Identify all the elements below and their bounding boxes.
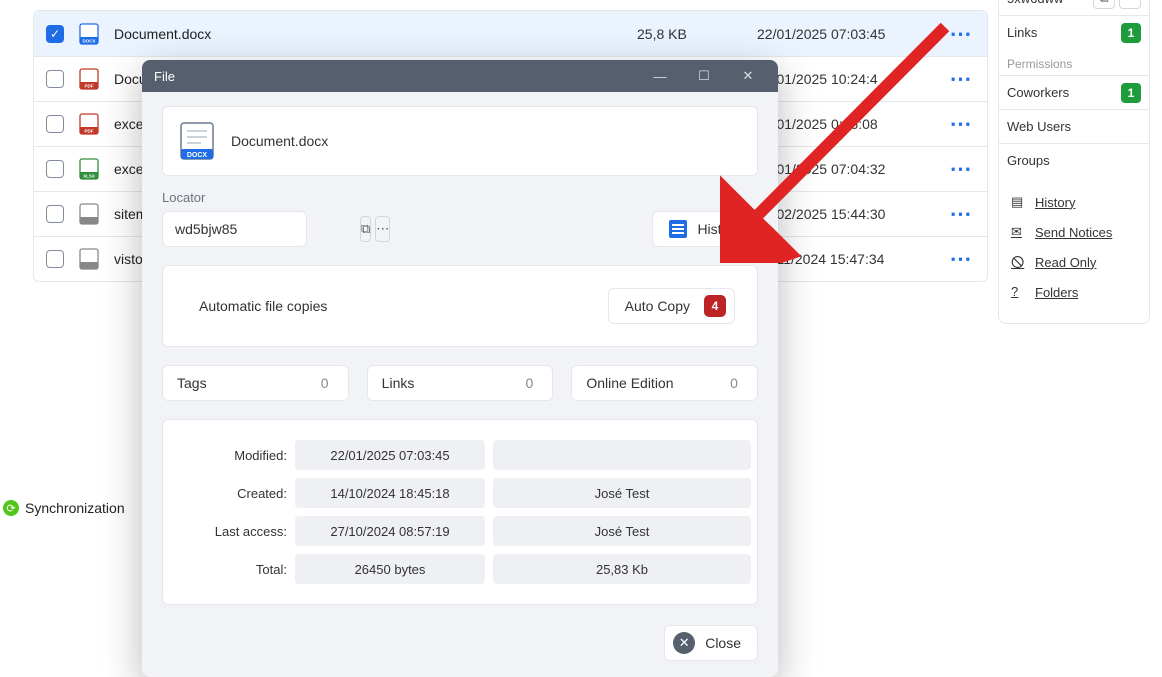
docx-icon: DOCX (78, 23, 100, 45)
row-more-button[interactable]: ⋯ (947, 21, 975, 47)
row-checkbox[interactable] (46, 70, 64, 88)
doc-name: Document.docx (231, 133, 328, 149)
autocopy-card: Automatic file copies Auto Copy 4 (162, 265, 758, 347)
file-date: 13/01/2025 0:06:08 (757, 116, 947, 132)
close-window-button[interactable]: ✕ (726, 60, 770, 92)
links-row[interactable]: Links 1 (999, 15, 1149, 49)
file-date: 20/02/2025 15:44:30 (757, 206, 947, 222)
row-more-button[interactable]: ⋯ (947, 246, 975, 272)
close-icon: ✕ (673, 632, 695, 654)
row-checkbox[interactable]: ✓ (46, 25, 64, 43)
svg-text:DOCX: DOCX (187, 152, 208, 159)
history-link[interactable]: ▤History (999, 187, 1149, 217)
sync-icon: ⟳ (3, 500, 19, 516)
groups-row[interactable]: Groups (999, 143, 1149, 177)
row-checkbox[interactable] (46, 160, 64, 178)
access-label: Last access: (187, 524, 287, 539)
doc-header: DOCX Document.docx (162, 106, 758, 176)
tags-stat[interactable]: Tags0 (162, 365, 349, 401)
file-date: 07/11/2024 15:47:34 (757, 251, 947, 267)
file-row[interactable]: ✓ DOCX Document.docx25,8 KB22/01/2025 07:0… (34, 11, 987, 56)
row-more-button[interactable]: ⋯ (947, 201, 975, 227)
close-button[interactable]: ✕ Close (664, 625, 758, 661)
file-icon (78, 203, 100, 225)
row-more-button[interactable]: ⋯ (947, 156, 975, 182)
readonly-icon: 🛇 (1011, 254, 1027, 270)
total-label: Total: (187, 562, 287, 577)
history-button[interactable]: History (652, 211, 758, 247)
docx-icon: DOCX (179, 121, 215, 161)
modified-label: Modified: (187, 448, 287, 463)
pdf-icon: PDF (78, 113, 100, 135)
autocopy-button[interactable]: Auto Copy 4 (608, 288, 735, 324)
folders-icon: ? (1011, 284, 1027, 300)
online-stat[interactable]: Online Edition0 (571, 365, 758, 401)
file-size: 25,8 KB (637, 26, 757, 42)
file-dialog: File — ☐ ✕ DOCX Document.docx Locator ⧉ … (142, 60, 778, 677)
right-panel: 5xw6dww ⧉ ⋯ Links 1 Permissions Coworker… (998, 0, 1150, 324)
send-icon: ✉ (1011, 224, 1027, 240)
file-name: Document.docx (114, 26, 637, 42)
row-checkbox[interactable] (46, 115, 64, 133)
row-checkbox[interactable] (46, 205, 64, 223)
file-date: 22/01/2025 07:03:45 (757, 26, 947, 42)
created-label: Created: (187, 486, 287, 501)
svg-text:DOCX: DOCX (82, 38, 95, 43)
autocopy-label: Automatic file copies (199, 298, 608, 314)
autocopy-count-badge: 4 (704, 295, 726, 317)
send-notices-link[interactable]: ✉Send Notices (999, 217, 1149, 247)
dialog-titlebar: File — ☐ ✕ (142, 60, 778, 92)
svg-text:PDF: PDF (85, 84, 94, 89)
row-checkbox[interactable] (46, 250, 64, 268)
webusers-row[interactable]: Web Users (999, 109, 1149, 143)
dialog-title: File (154, 69, 175, 84)
folders-link[interactable]: ?Folders (999, 277, 1149, 307)
locator-field: ⧉ ⋯ (162, 211, 307, 247)
file-date: 13/01/2025 10:24:4 (757, 71, 947, 87)
copy-locator-button[interactable]: ⧉ (360, 216, 371, 242)
locator-more-button[interactable]: ⋯ (375, 216, 390, 242)
row-more-button[interactable]: ⋯ (947, 111, 975, 137)
meta-card: Modified:22/01/2025 07:03:45 Created:14/… (162, 419, 758, 605)
row-more-button[interactable]: ⋯ (947, 66, 975, 92)
file-icon (78, 248, 100, 270)
minimize-button[interactable]: — (638, 60, 682, 92)
readonly-link[interactable]: 🛇Read Only (999, 247, 1149, 277)
locator-label: Locator (162, 190, 632, 205)
sync-label: Synchronization (25, 500, 125, 516)
maximize-button[interactable]: ☐ (682, 60, 726, 92)
more-icon[interactable]: ⋯ (1119, 0, 1141, 9)
permissions-header: Permissions (999, 49, 1149, 75)
locator-input[interactable] (175, 221, 356, 237)
pdf-icon: PDF (78, 68, 100, 90)
locator-box: 5xw6dww ⧉ ⋯ (999, 0, 1149, 15)
xlsx-icon: XLSX (78, 158, 100, 180)
file-date: 22/01/2025 07:04:32 (757, 161, 947, 177)
coworkers-row[interactable]: Coworkers 1 (999, 75, 1149, 109)
svg-text:PDF: PDF (85, 129, 94, 134)
sync-status: ⟳ Synchronization (3, 500, 125, 516)
history-icon: ▤ (1011, 194, 1027, 210)
links-stat[interactable]: Links0 (367, 365, 554, 401)
svg-text:XLSX: XLSX (83, 174, 95, 179)
copy-icon[interactable]: ⧉ (1093, 0, 1115, 9)
history-icon (669, 220, 687, 238)
